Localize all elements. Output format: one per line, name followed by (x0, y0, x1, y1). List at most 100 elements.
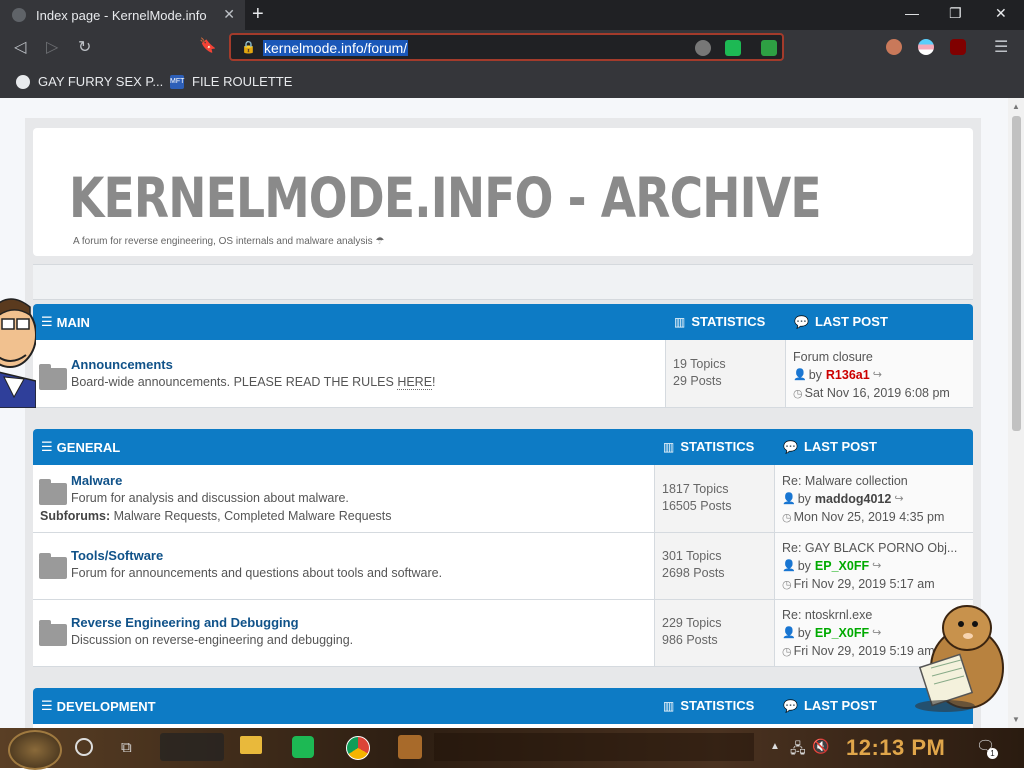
section-header: ☰ MAIN ▥ STATISTICS 💬 LAST POST (33, 304, 973, 340)
chart-icon: ▥ (663, 698, 675, 713)
forum-link[interactable]: Tools/Software (71, 548, 163, 563)
post-count: 29 Posts (673, 374, 722, 388)
file-explorer-icon[interactable] (240, 736, 262, 754)
chevron-up-icon[interactable]: ▲ (770, 741, 780, 752)
address-bar[interactable]: 🔒 kernelmode.info/forum/ (229, 33, 784, 61)
task-view-icon[interactable]: ⧉ (121, 739, 132, 756)
avatar-extension-icon[interactable] (886, 39, 902, 55)
last-post-author[interactable]: R136a1 (826, 366, 870, 384)
last-post: Re: GAY BLACK PORNO Obj... 👤 by EP_X0FF ↪ ◷… (774, 533, 973, 599)
chrome-icon[interactable] (346, 736, 370, 760)
clock-icon: ◷ (782, 579, 792, 591)
folder-icon (39, 553, 67, 579)
clock-icon: ◷ (782, 646, 792, 658)
last-post-header: LAST POST (814, 314, 888, 329)
site-title[interactable]: KERNELMODE.INFO - ARCHIVE (69, 166, 822, 230)
ublock-icon[interactable] (950, 39, 966, 55)
section-general: ☰ GENERAL ▥ STATISTICS 💬 LAST POST Malware … (33, 429, 973, 667)
clock-icon: ◷ (782, 512, 792, 524)
scrollbar-thumb[interactable] (1012, 116, 1021, 431)
chart-icon: ▥ (674, 314, 686, 329)
bookmark-icon[interactable]: 🔖 (199, 37, 216, 54)
subforum-links[interactable]: Malware Requests, Completed Malware Requ… (114, 509, 392, 523)
minimize-icon[interactable]: — (905, 5, 919, 21)
subforums: Subforums: Malware Requests, Completed M… (40, 509, 392, 523)
tracker-icon[interactable] (695, 40, 711, 56)
user-icon: 👤 (782, 493, 796, 505)
scroll-down-icon[interactable]: ▼ (1012, 715, 1020, 724)
start-button[interactable] (8, 730, 62, 770)
last-post-author[interactable]: EP_X0FF (815, 624, 869, 642)
last-post-date: Fri Nov 29, 2019 5:17 am (793, 577, 935, 591)
forum-description: Forum for announcements and questions ab… (71, 566, 443, 580)
topic-count: 229 Topics (662, 616, 722, 630)
forum-stats: 229 Topics 986 Posts (654, 600, 774, 666)
view-post-icon[interactable]: ↪ (873, 366, 882, 384)
user-icon: 👤 (782, 627, 796, 639)
extension-green-icon[interactable] (725, 40, 741, 56)
page-scrollbar[interactable]: ▲ ▼ (1008, 98, 1024, 728)
new-tab-button[interactable]: + (252, 3, 264, 25)
post-count: 16505 Posts (662, 499, 732, 513)
rules-link[interactable]: HERE (397, 375, 433, 390)
app-thumbnail-icon[interactable] (398, 735, 422, 759)
taskbar-slot[interactable] (160, 733, 224, 761)
section-title[interactable]: DEVELOPMENT (57, 699, 156, 714)
back-icon[interactable]: ◁ (14, 37, 26, 57)
forward-icon[interactable]: ▷ (46, 37, 58, 57)
stats-header: STATISTICS (691, 314, 766, 329)
post-count: 2698 Posts (662, 566, 725, 580)
section-header: ☰ DEVELOPMENT ▥ STATISTICS 💬 LAST POST (33, 688, 973, 724)
view-post-icon[interactable]: ↪ (894, 490, 903, 508)
section-title[interactable]: MAIN (57, 315, 90, 330)
last-post-author[interactable]: EP_X0FF (815, 557, 869, 575)
scroll-up-icon[interactable]: ▲ (1012, 102, 1020, 111)
clock[interactable]: 12:13 PM (846, 735, 945, 761)
topic-count: 1817 Topics (662, 482, 729, 496)
volume-muted-icon[interactable]: 🔇 (812, 738, 829, 755)
forum-stats: 19 Topics 29 Posts (665, 340, 785, 407)
browser-toolbar: ◁ ▷ ↻ 🔖 🔒 kernelmode.info/forum/ ☰ (0, 30, 1024, 66)
forum-link[interactable]: Malware (71, 473, 122, 488)
forum-stats: 301 Topics 2698 Posts (654, 533, 774, 599)
last-post-date: Mon Nov 25, 2019 4:35 pm (793, 510, 945, 524)
mft-icon: MFT (170, 74, 184, 89)
chat-app-icon[interactable] (292, 736, 314, 758)
site-description: A forum for reverse engineering, OS inte… (73, 236, 385, 247)
last-post-title[interactable]: Forum closure (793, 348, 979, 366)
post-count: 986 Posts (662, 633, 718, 647)
comments-icon: 💬 (794, 314, 809, 329)
forum-link[interactable]: Reverse Engineering and Debugging (71, 615, 299, 630)
section-title[interactable]: GENERAL (57, 440, 121, 455)
shield-icon[interactable] (761, 40, 777, 56)
close-tab-icon[interactable]: ✕ (223, 6, 235, 23)
forum-link[interactable]: Announcements (71, 357, 173, 372)
url-text[interactable]: kernelmode.info/forum/ (263, 40, 409, 56)
network-icon[interactable]: 🖧 (790, 738, 806, 762)
forum-row: Malware Forum for analysis and discussio… (33, 465, 973, 533)
lock-icon: 🔒 (241, 40, 256, 54)
last-post-title[interactable]: Re: GAY BLACK PORNO Obj... (782, 539, 968, 557)
view-post-icon[interactable]: ↪ (872, 557, 881, 575)
bookmark-item[interactable]: GAY FURRY SEX P... (16, 74, 163, 89)
last-post-author[interactable]: maddog4012 (815, 490, 891, 508)
forum-row: Reverse Engineering and Debugging Discus… (33, 600, 973, 667)
nav-bar (33, 264, 973, 300)
section-development: ☰ DEVELOPMENT ▥ STATISTICS 💬 LAST POST (33, 688, 973, 728)
forum-stats: 1817 Topics 16505 Posts (654, 465, 774, 532)
site-header: KERNELMODE.INFO - ARCHIVE A forum for re… (33, 128, 973, 256)
window-close-icon[interactable]: ✕ (995, 5, 1007, 22)
search-icon[interactable] (75, 738, 93, 756)
user-icon: 👤 (793, 369, 807, 381)
maximize-icon[interactable]: ❐ (949, 5, 962, 22)
last-post-header: LAST POST (803, 439, 877, 454)
browser-tab[interactable]: Index page - KernelMode.info ✕ (0, 0, 245, 30)
last-post-title[interactable]: Re: Malware collection (782, 472, 968, 490)
last-post: Re: Malware collection 👤 by maddog4012 ↪ ◷ M… (774, 465, 973, 532)
topic-count: 19 Topics (673, 357, 726, 371)
menu-icon[interactable]: ☰ (994, 37, 1008, 57)
reload-icon[interactable]: ↻ (78, 37, 91, 57)
view-post-icon[interactable]: ↪ (872, 624, 881, 642)
bookmark-item[interactable]: MFT FILE ROULETTE (170, 74, 292, 89)
flag-extension-icon[interactable] (918, 39, 934, 55)
